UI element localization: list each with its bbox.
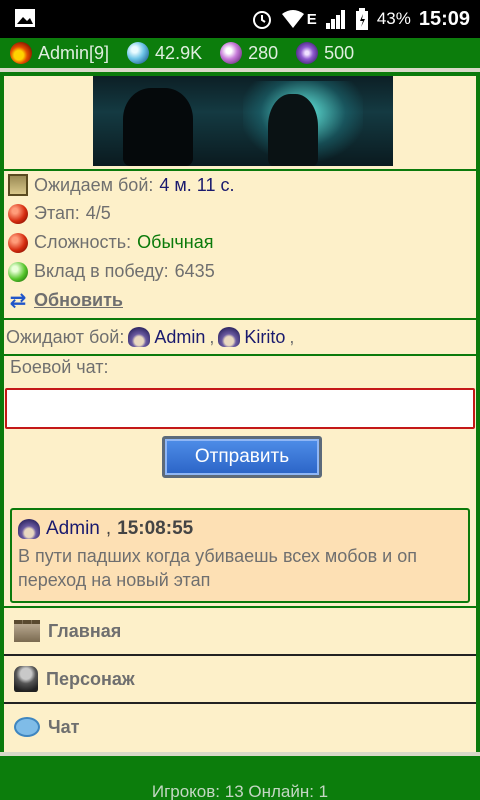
battery-icon: [355, 8, 368, 30]
battle-chat-label: Боевой чат:: [10, 357, 109, 377]
main-content: Ожидаем бой: 4 м. 11 с. Этап: 4/5 Сложно…: [4, 76, 476, 752]
chat-bubble-icon: [14, 717, 40, 737]
chat-message: Admin, 15:08:55 В пути падших когда убив…: [10, 508, 470, 603]
wizard-avatar-icon: [218, 327, 241, 347]
difficulty-row: Сложность: Обычная: [8, 232, 213, 253]
hero-icon: [14, 666, 38, 692]
message-time: 15:08:55: [117, 518, 194, 539]
waiting-players-row: Ожидают бой: Admin, Kirito,: [6, 326, 295, 348]
waiting-player[interactable]: Admin: [154, 327, 205, 348]
player-info[interactable]: Admin[9]: [10, 42, 109, 64]
send-button[interactable]: Отправить: [162, 436, 322, 478]
nav-item-label: Персонаж: [46, 668, 135, 689]
resource-crystal: 280: [220, 42, 278, 64]
battle-banner-image: [93, 76, 393, 166]
clock: 15:09: [418, 7, 470, 30]
signal-icon: [325, 10, 345, 29]
refresh-icon: ⇄: [9, 289, 27, 312]
wifi-icon: [281, 10, 304, 28]
castle-icon: [14, 620, 40, 642]
battle-wait-row: Ожидаем бой: 4 м. 11 с.: [8, 174, 234, 196]
player-name-level: Admin[9]: [38, 42, 110, 63]
red-orb-icon: [8, 232, 28, 253]
refresh-row[interactable]: ⇄ Обновить: [8, 290, 123, 311]
resource-crystal-value: 280: [248, 42, 279, 63]
battle-wait-label: Ожидаем бой:: [34, 174, 154, 195]
orb-icon: [127, 42, 150, 64]
stage-value: 4/5: [85, 203, 111, 223]
swirl-icon: [296, 42, 319, 64]
crystal-icon: [220, 42, 243, 64]
nav-item-character[interactable]: Персонаж: [4, 656, 476, 702]
battle-wait-value: 4 м. 11 с.: [159, 174, 235, 195]
alarm-icon: [252, 11, 271, 29]
hourglass-icon: [8, 174, 28, 196]
contribution-row: Вклад в победу: 6435: [8, 261, 215, 282]
message-author[interactable]: Admin: [46, 518, 100, 540]
resource-swirl-value: 500: [324, 42, 355, 63]
red-orb-icon: [8, 203, 28, 224]
difficulty-value: Обычная: [137, 232, 214, 252]
wizard-avatar-icon: [18, 519, 40, 539]
resource-orb-value: 42.9K: [155, 42, 203, 63]
resource-orb: 42.9K: [127, 42, 202, 64]
network-type: E: [306, 10, 317, 28]
online-stats: Игроков: 13 Онлайн: 1: [151, 782, 329, 800]
waiting-player[interactable]: Kirito: [244, 327, 285, 348]
stage-label: Этап:: [34, 203, 80, 223]
nav-item-label: Чат: [48, 716, 80, 737]
stage-row: Этап: 4/5: [8, 203, 111, 224]
fire-icon: [10, 42, 32, 64]
game-header: Admin[9] 42.9K 280 500: [0, 38, 480, 72]
nav-item-main[interactable]: Главная: [4, 608, 476, 654]
status-bar: E 43% 15:09: [0, 0, 480, 38]
wizard-avatar-icon: [128, 327, 151, 347]
footer: Игроков: 13 Онлайн: 1: [0, 752, 480, 800]
difficulty-label: Сложность:: [34, 232, 132, 252]
divider: [4, 354, 476, 356]
green-orb-icon: [8, 261, 28, 282]
nav-item-label: Главная: [48, 620, 122, 641]
resource-swirl: 500: [296, 42, 354, 64]
divider: [4, 169, 476, 171]
nav-item-chat[interactable]: Чат: [4, 704, 476, 750]
battery-percent: 43%: [376, 9, 411, 28]
refresh-link[interactable]: Обновить: [34, 290, 123, 311]
chat-message-input[interactable]: [5, 388, 475, 429]
waiting-label: Ожидают бой:: [6, 326, 125, 347]
message-text: В пути падших когда убиваешь всех мобов …: [18, 546, 417, 590]
contribution-label: Вклад в победу:: [34, 261, 169, 281]
image-icon: [15, 9, 35, 27]
contribution-value: 6435: [174, 261, 215, 281]
